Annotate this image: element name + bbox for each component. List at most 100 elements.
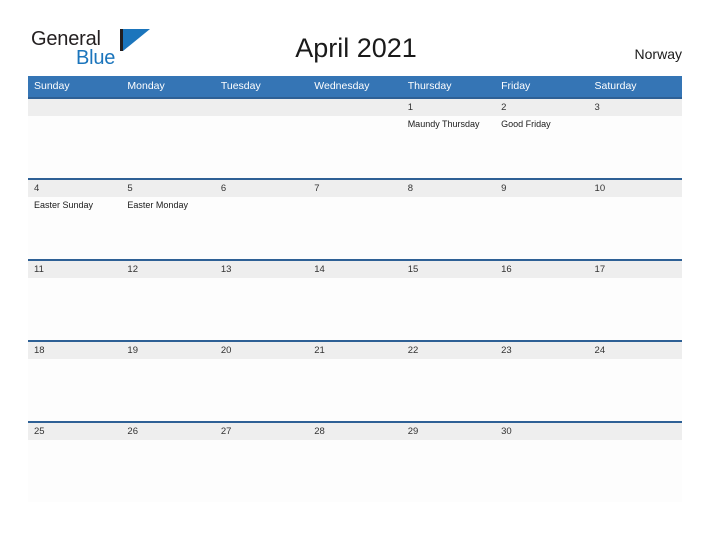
weekday-wednesday: Wednesday (314, 80, 370, 92)
day-cell[interactable] (308, 278, 401, 340)
holiday-label: Easter Monday (127, 200, 188, 210)
weekday-thursday: Thursday (407, 80, 452, 92)
page-header: General Blue April 2021 Norway (0, 0, 712, 76)
day-cell[interactable] (28, 359, 121, 421)
week-event-band (28, 278, 682, 340)
week-event-band: Maundy Thursday Good Friday (28, 116, 682, 178)
day-number[interactable]: 18 (28, 342, 121, 359)
day-number[interactable]: 26 (121, 423, 214, 440)
day-number[interactable]: 3 (589, 99, 682, 116)
day-number[interactable]: 20 (215, 342, 308, 359)
day-number[interactable] (589, 423, 682, 440)
day-number[interactable]: 29 (402, 423, 495, 440)
day-number[interactable]: 1 (402, 99, 495, 116)
day-cell[interactable] (308, 440, 401, 502)
day-cell[interactable] (28, 440, 121, 502)
day-cell[interactable]: Maundy Thursday (402, 116, 495, 178)
day-number[interactable]: 5 (121, 180, 214, 197)
day-number[interactable]: 11 (28, 261, 121, 278)
week-date-band: 1 2 3 (28, 99, 682, 116)
day-cell[interactable] (215, 278, 308, 340)
day-cell[interactable] (121, 359, 214, 421)
day-number[interactable] (121, 99, 214, 116)
day-cell[interactable] (589, 359, 682, 421)
day-cell[interactable] (215, 116, 308, 178)
day-cell[interactable]: Good Friday (495, 116, 588, 178)
day-cell[interactable] (215, 197, 308, 259)
week-date-band: 4 5 6 7 8 9 10 (28, 180, 682, 197)
day-cell[interactable] (589, 197, 682, 259)
day-cell[interactable] (495, 359, 588, 421)
day-number[interactable]: 15 (402, 261, 495, 278)
day-number[interactable]: 12 (121, 261, 214, 278)
week-row: 4 5 6 7 8 9 10 Easter Sunday Easter Mond… (28, 178, 682, 259)
week-event-band (28, 359, 682, 421)
day-number[interactable]: 30 (495, 423, 588, 440)
day-cell[interactable] (589, 278, 682, 340)
week-event-band (28, 440, 682, 502)
day-cell[interactable]: Easter Monday (121, 197, 214, 259)
day-cell[interactable] (402, 440, 495, 502)
holiday-label: Maundy Thursday (407, 119, 480, 129)
day-number[interactable] (28, 99, 121, 116)
day-number[interactable]: 9 (495, 180, 588, 197)
week-row: 25 26 27 28 29 30 (28, 421, 682, 502)
day-cell[interactable] (402, 359, 495, 421)
day-number[interactable]: 13 (215, 261, 308, 278)
weekday-tuesday: Tuesday (220, 80, 261, 92)
week-event-band: Easter Sunday Easter Monday (28, 197, 682, 259)
day-cell[interactable] (589, 440, 682, 502)
week-row: 18 19 20 21 22 23 24 (28, 340, 682, 421)
day-number[interactable]: 10 (589, 180, 682, 197)
day-cell[interactable] (121, 440, 214, 502)
day-cell[interactable] (402, 197, 495, 259)
day-number[interactable]: 25 (28, 423, 121, 440)
day-number[interactable]: 22 (402, 342, 495, 359)
day-number[interactable]: 24 (589, 342, 682, 359)
day-cell[interactable] (495, 278, 588, 340)
week-date-band: 11 12 13 14 15 16 17 (28, 261, 682, 278)
day-cell[interactable] (308, 359, 401, 421)
weekday-friday: Friday (501, 80, 531, 92)
page-title: April 2021 (295, 33, 417, 63)
day-cell[interactable] (495, 197, 588, 259)
weekday-monday: Monday (127, 80, 165, 92)
day-number[interactable]: 23 (495, 342, 588, 359)
country-label: Norway (634, 46, 682, 62)
day-number[interactable] (215, 99, 308, 116)
day-number[interactable]: 14 (308, 261, 401, 278)
day-cell[interactable] (402, 278, 495, 340)
day-number[interactable]: 28 (308, 423, 401, 440)
day-cell[interactable] (28, 116, 121, 178)
week-date-band: 25 26 27 28 29 30 (28, 423, 682, 440)
day-number[interactable]: 6 (215, 180, 308, 197)
week-row: 1 2 3 Maundy Thursday Good Friday (28, 97, 682, 178)
day-cell[interactable] (215, 440, 308, 502)
day-number[interactable]: 16 (495, 261, 588, 278)
day-number[interactable] (308, 99, 401, 116)
day-number[interactable]: 7 (308, 180, 401, 197)
calendar-page: General Blue April 2021 Norway Sunday Mo… (0, 0, 712, 550)
day-cell[interactable] (308, 116, 401, 178)
day-cell[interactable]: Easter Sunday (28, 197, 121, 259)
holiday-label: Easter Sunday (34, 200, 94, 210)
day-number[interactable]: 17 (589, 261, 682, 278)
day-number[interactable]: 21 (308, 342, 401, 359)
day-cell[interactable] (495, 440, 588, 502)
day-number[interactable]: 8 (402, 180, 495, 197)
day-number[interactable]: 19 (121, 342, 214, 359)
calendar-grid: Sunday Monday Tuesday Wednesday Thursday… (28, 76, 682, 502)
day-cell[interactable] (28, 278, 121, 340)
weekday-saturday: Saturday (594, 80, 637, 92)
day-cell[interactable] (215, 359, 308, 421)
week-date-band: 18 19 20 21 22 23 24 (28, 342, 682, 359)
holiday-label: Good Friday (501, 119, 551, 129)
day-number[interactable]: 4 (28, 180, 121, 197)
day-cell[interactable] (121, 278, 214, 340)
day-number[interactable]: 27 (215, 423, 308, 440)
day-cell[interactable] (308, 197, 401, 259)
day-cell[interactable] (121, 116, 214, 178)
day-cell[interactable] (589, 116, 682, 178)
weekday-sunday: Sunday (34, 80, 70, 92)
day-number[interactable]: 2 (495, 99, 588, 116)
